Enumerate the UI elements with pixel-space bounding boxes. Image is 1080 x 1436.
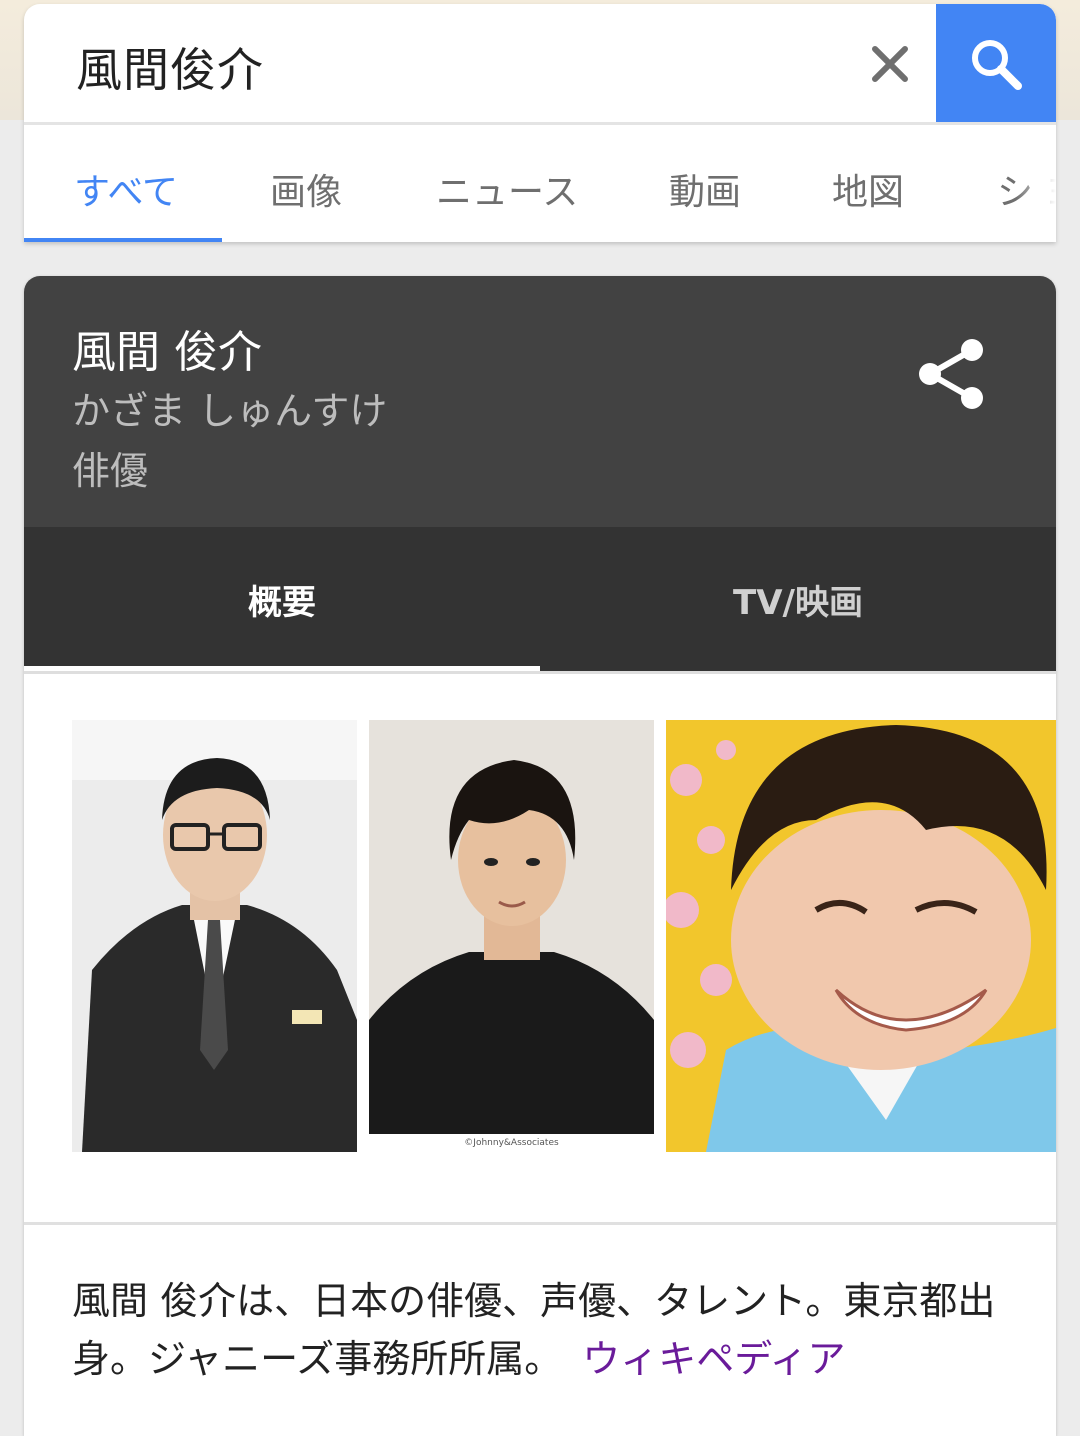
photo-credit: ©Johnny&Associates — [369, 1134, 654, 1152]
entity-name: 風間 俊介 — [72, 327, 262, 378]
tab-all[interactable]: すべて — [74, 163, 178, 215]
photo-strip: ©Johnny&Associates — [72, 720, 1056, 1152]
search-button[interactable] — [936, 4, 1056, 124]
description-text: 風間 俊介は、日本の俳優、声優、タレント。東京都出身。ジャニーズ事務所所属。 — [72, 1279, 996, 1381]
photo-2[interactable]: ©Johnny&Associates — [369, 720, 654, 1152]
tab-videos[interactable]: 動画 — [669, 163, 741, 215]
kp-divider — [24, 671, 1056, 674]
photo-1[interactable] — [72, 720, 357, 1152]
knowledge-panel-header: 風間 俊介 かざま しゅんすけ 俳優 — [24, 276, 1056, 527]
tabs-fade — [1016, 125, 1056, 242]
tab-tv-movies[interactable]: TV/映画 — [540, 527, 1056, 671]
knowledge-panel: 風間 俊介 かざま しゅんすけ 俳優 概要 TV/映画 ©Johnny&Asso… — [24, 276, 1056, 1436]
tab-maps[interactable]: 地図 — [832, 163, 904, 215]
wikipedia-link[interactable]: ウィキペディア — [582, 1337, 845, 1381]
tab-overview[interactable]: 概要 — [24, 527, 540, 671]
entity-reading: かざま しゅんすけ — [72, 389, 388, 433]
photo-3[interactable] — [666, 720, 1056, 1152]
knowledge-panel-tabs: 概要 TV/映画 — [24, 527, 1056, 671]
portrait-suit-image — [72, 720, 357, 1152]
search-tabs: すべて 画像 ニュース 動画 地図 シ ヨ — [24, 125, 1056, 242]
entity-type: 俳優 — [72, 449, 149, 493]
portrait-smiling-image — [666, 720, 1056, 1152]
entity-description: 風間 俊介は、日本の俳優、声優、タレント。東京都出身。ジャニーズ事務所所属。 ウィ… — [72, 1272, 1016, 1388]
description-divider — [24, 1222, 1056, 1225]
tab-images[interactable]: 画像 — [270, 163, 342, 215]
portrait-tshirt-image — [369, 720, 654, 1152]
close-icon — [872, 46, 908, 82]
search-query[interactable]: 風間俊介 — [76, 34, 264, 100]
share-icon — [919, 339, 983, 409]
tab-news[interactable]: ニュース — [436, 163, 578, 215]
share-button[interactable] — [904, 336, 1000, 416]
tab-indicator — [24, 238, 222, 242]
search-card: 風間俊介 すべて 画像 ニュース 動画 地図 シ ヨ — [24, 4, 1056, 242]
clear-button[interactable] — [850, 24, 930, 104]
search-icon — [972, 40, 1022, 90]
